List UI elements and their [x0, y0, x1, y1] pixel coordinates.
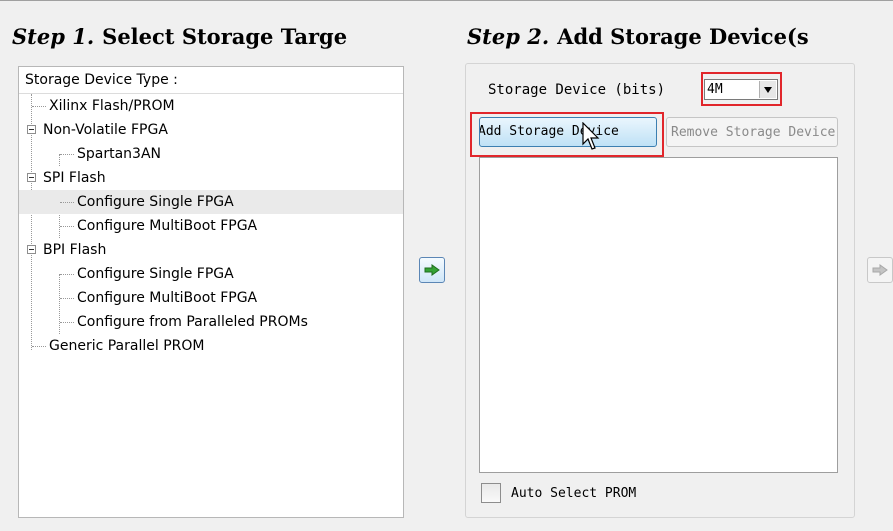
- step-2-text: Add Storage Device(s: [557, 24, 809, 49]
- tree-item-generic-parallel-prom[interactable]: Generic Parallel PROM: [19, 334, 403, 358]
- step-2-label: Step 2.: [467, 24, 550, 49]
- storage-device-type-tree[interactable]: Storage Device Type : Xilinx Flash/PROM …: [18, 66, 404, 518]
- tree-item-label: SPI Flash: [43, 170, 106, 186]
- size-select-value: 4M: [707, 82, 723, 97]
- add-target-arrow-button[interactable]: [419, 257, 445, 283]
- arrow-right-gray-icon: [872, 264, 888, 276]
- tree-item-label: Generic Parallel PROM: [49, 338, 205, 354]
- auto-select-prom-checkbox[interactable]: [481, 483, 501, 503]
- step-2-title: Step 2. Add Storage Device(s: [467, 24, 860, 49]
- triangle-down-icon[interactable]: [759, 81, 776, 98]
- collapse-icon[interactable]: [27, 125, 36, 134]
- tree-item-bpi-configure-multiboot-fpga[interactable]: Configure MultiBoot FPGA: [19, 286, 403, 310]
- tree-item-label: Configure Single FPGA: [77, 266, 234, 282]
- tree-item-label: Xilinx Flash/PROM: [49, 98, 175, 114]
- tree-item-bpi-flash[interactable]: BPI Flash: [19, 238, 403, 262]
- storage-device-list[interactable]: [479, 157, 838, 473]
- tree-item-spi-flash[interactable]: SPI Flash: [19, 166, 403, 190]
- tree-item-label: Non-Volatile FPGA: [43, 122, 168, 138]
- step-1-label: Step 1.: [12, 24, 95, 49]
- tree-item-label: Configure MultiBoot FPGA: [77, 290, 258, 306]
- auto-select-prom-label: Auto Select PROM: [511, 486, 637, 501]
- top-divider: [0, 0, 893, 1]
- tree-item-spi-configure-single-fpga[interactable]: Configure Single FPGA: [19, 190, 403, 214]
- tree-item-label: BPI Flash: [43, 242, 107, 258]
- storage-device-size-label: Storage Device (bits): [488, 82, 666, 98]
- tree-item-non-volatile-fpga[interactable]: Non-Volatile FPGA: [19, 118, 403, 142]
- tree-item-label: Configure MultiBoot FPGA: [77, 218, 258, 234]
- tree-item-label: Configure Single FPGA: [77, 194, 234, 210]
- tree-item-bpi-configure-single-fpga[interactable]: Configure Single FPGA: [19, 262, 403, 286]
- remove-storage-device-button[interactable]: Remove Storage Device: [666, 117, 838, 147]
- tree-item-label: Configure from Paralleled PROMs: [77, 314, 308, 330]
- tree-header: Storage Device Type :: [19, 67, 403, 94]
- tree-item-spi-configure-multiboot-fpga[interactable]: Configure MultiBoot FPGA: [19, 214, 403, 238]
- mouse-pointer-icon: [582, 122, 600, 150]
- storage-device-size-select[interactable]: 4M: [704, 79, 778, 100]
- tree-item-bpi-configure-from-paralleled-proms[interactable]: Configure from Paralleled PROMs: [19, 310, 403, 334]
- tree-item-xilinx-flash-prom[interactable]: Xilinx Flash/PROM: [19, 94, 403, 118]
- next-arrow-button[interactable]: [867, 257, 893, 283]
- tree-item-label: Spartan3AN: [77, 146, 162, 162]
- step-1-text: Select Storage Targe: [102, 24, 348, 49]
- collapse-icon[interactable]: [27, 173, 36, 182]
- collapse-icon[interactable]: [27, 245, 36, 254]
- add-storage-device-button[interactable]: Add Storage Device: [479, 117, 657, 147]
- tree-item-spartan3an[interactable]: Spartan3AN: [19, 142, 403, 166]
- step-1-title: Step 1. Select Storage Targe: [12, 24, 412, 49]
- arrow-right-green-icon: [424, 264, 440, 276]
